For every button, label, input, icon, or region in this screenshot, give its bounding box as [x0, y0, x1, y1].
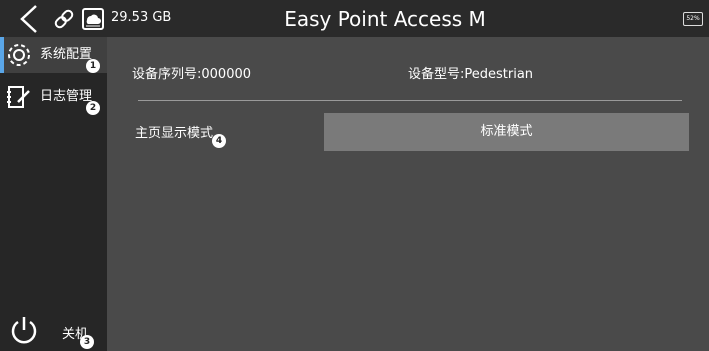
- device-model: 设备型号:Pedestrian: [408, 67, 534, 82]
- device-serial: 设备序列号:000000: [132, 67, 252, 82]
- sidebar-item-system-config[interactable]: 系统配置 1: [0, 37, 107, 73]
- sidebar: 系统配置 1 日志管理 2 关机 3: [0, 37, 107, 351]
- link-icon[interactable]: [51, 6, 77, 32]
- battery-indicator: 52%: [683, 12, 703, 26]
- badge: 1: [86, 59, 100, 73]
- divider: [138, 100, 682, 101]
- gear-icon: [8, 44, 30, 66]
- home-display-mode-label: 主页显示模式: [135, 126, 214, 141]
- power-icon[interactable]: [8, 314, 40, 346]
- badge: 2: [86, 101, 100, 115]
- top-bar: 29.53 GB Easy Point Access M 52%: [0, 0, 709, 37]
- app-title: Easy Point Access M: [284, 7, 486, 31]
- badge: 3: [80, 335, 94, 349]
- display-mode-select[interactable]: 标准模式: [324, 113, 689, 151]
- log-icon: [7, 86, 30, 108]
- storage-size: 29.53 GB: [111, 10, 172, 25]
- sidebar-item-label: 系统配置: [40, 47, 93, 62]
- back-arrow-icon[interactable]: [14, 4, 44, 34]
- sidebar-item-log-management[interactable]: 日志管理 2: [0, 79, 107, 115]
- sidebar-item-label: 日志管理: [40, 89, 93, 104]
- storage-icon: [82, 8, 104, 30]
- badge: 4: [212, 134, 226, 148]
